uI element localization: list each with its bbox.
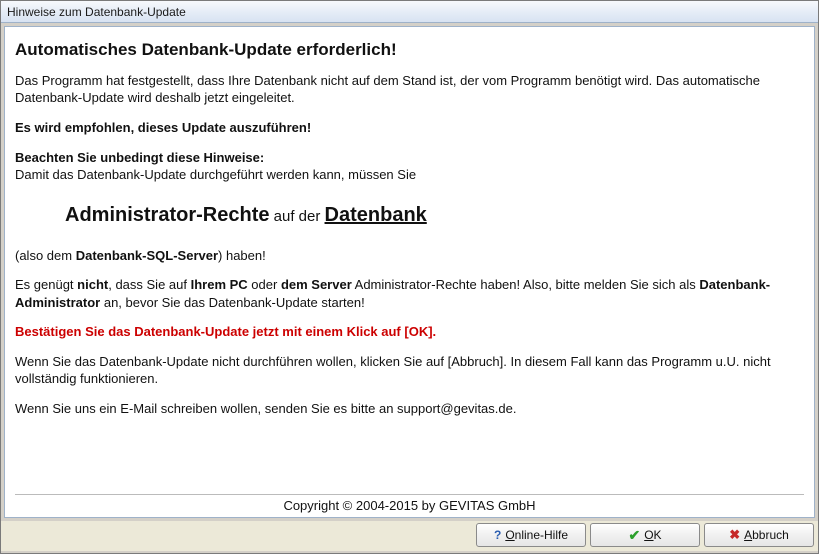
- sql-server-paragraph: (also dem Datenbank-SQL-Server) haben!: [15, 247, 804, 265]
- abort-paragraph: Wenn Sie das Datenbank-Update nicht durc…: [15, 353, 804, 388]
- admin-rights-label: Administrator-Rechte: [65, 204, 269, 226]
- database-label: Datenbank: [325, 204, 427, 226]
- ok-button[interactable]: ✔ OK: [590, 523, 700, 547]
- content-panel: Automatisches Datenbank-Update erforderl…: [4, 26, 815, 518]
- email-paragraph: Wenn Sie uns ein E-Mail schreiben wollen…: [15, 400, 804, 418]
- close-icon: ✖: [729, 527, 740, 543]
- copyright-text: Copyright © 2004-2015 by GEVITAS GmbH: [15, 494, 804, 513]
- confirm-instruction: Bestätigen Sie das Datenbank-Update jetz…: [15, 323, 804, 341]
- not-enough-paragraph: Es genügt nicht, dass Sie auf Ihrem PC o…: [15, 276, 804, 311]
- content-scroll: Automatisches Datenbank-Update erforderl…: [15, 35, 804, 491]
- admin-mid-text: auf der: [269, 208, 324, 225]
- notice-text: Damit das Datenbank-Update durchgeführt …: [15, 167, 416, 182]
- button-bar: ? Online-Hilfe ✔ OK ✖ Abbruch: [1, 521, 818, 551]
- online-help-button[interactable]: ? Online-Hilfe: [476, 523, 586, 547]
- intro-paragraph: Das Programm hat festgestellt, dass Ihre…: [15, 72, 804, 107]
- cancel-button[interactable]: ✖ Abbruch: [704, 523, 814, 547]
- recommend-paragraph: Es wird empfohlen, dieses Update auszufü…: [15, 119, 804, 137]
- notice-heading: Beachten Sie unbedingt diese Hinweise:: [15, 150, 264, 165]
- help-icon: ?: [494, 528, 501, 542]
- check-icon: ✔: [628, 527, 640, 544]
- window-titlebar: Hinweise zum Datenbank-Update: [1, 1, 818, 23]
- page-title: Automatisches Datenbank-Update erforderl…: [15, 39, 804, 62]
- admin-rights-line: Administrator-Rechte auf der Datenbank: [65, 202, 804, 229]
- window-title: Hinweise zum Datenbank-Update: [7, 5, 186, 19]
- notice-paragraph: Beachten Sie unbedingt diese Hinweise: D…: [15, 149, 804, 184]
